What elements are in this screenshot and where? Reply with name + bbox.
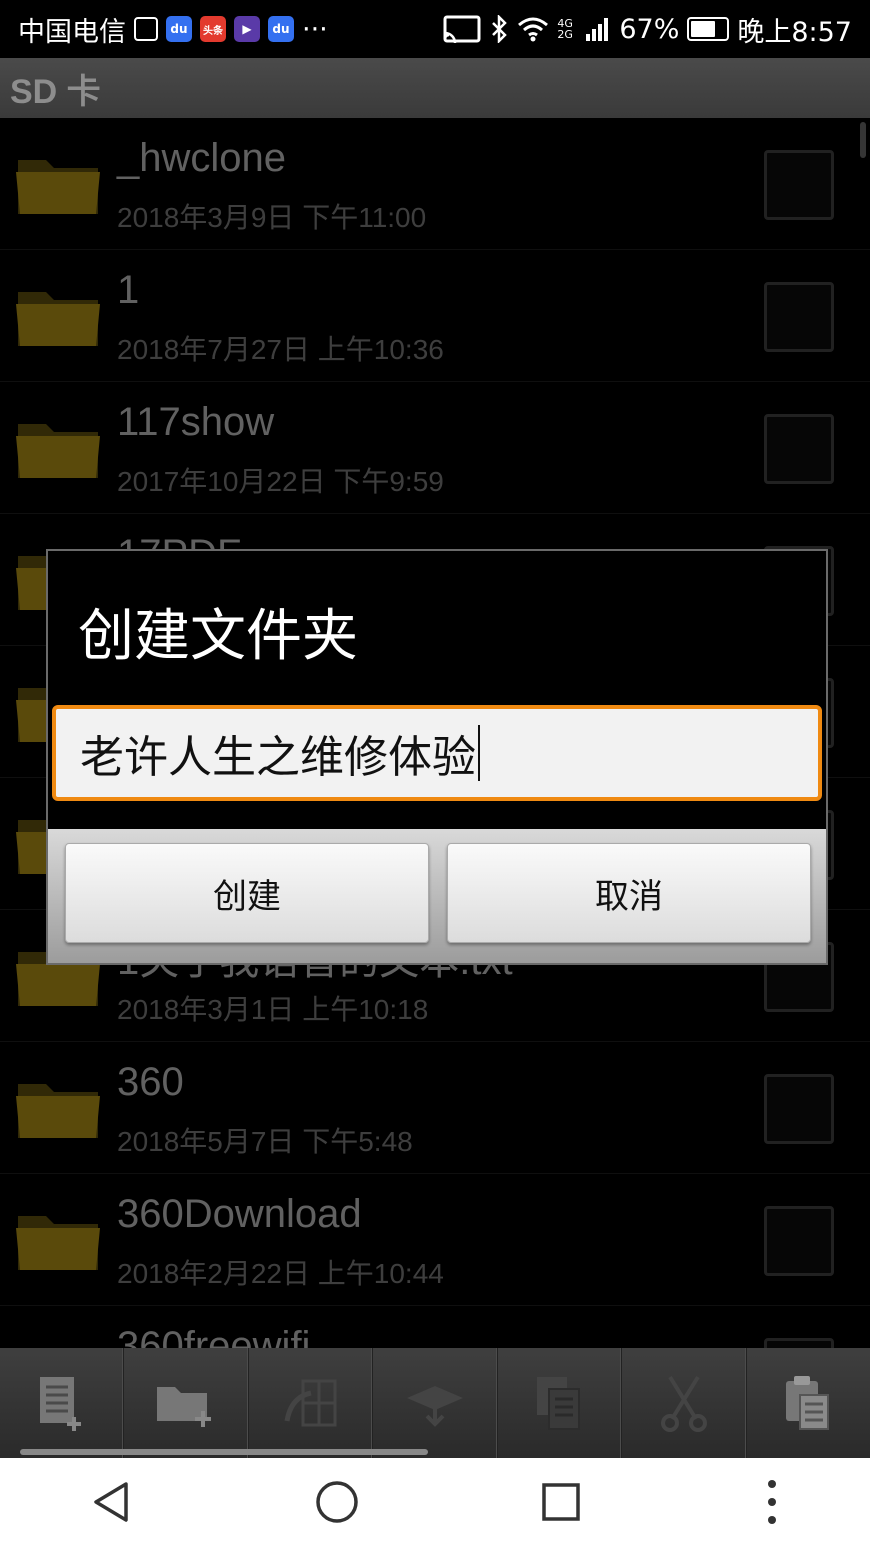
create-folder-dialog: 创建文件夹 老许人生之维修体验 创建 取消 bbox=[46, 549, 828, 965]
navigation-bar bbox=[0, 1458, 870, 1546]
battery-icon bbox=[687, 17, 730, 41]
toutiao-app-icon: 头条 bbox=[200, 16, 226, 42]
new-folder-button[interactable] bbox=[124, 1348, 249, 1458]
create-button[interactable]: 创建 bbox=[65, 843, 429, 943]
more-notifications-icon: ··· bbox=[302, 13, 328, 45]
dialog-title: 创建文件夹 bbox=[78, 604, 358, 669]
signal-icon bbox=[586, 18, 609, 41]
baidu-app-icon: du bbox=[166, 16, 192, 42]
folder-name-value: 老许人生之维修体验 bbox=[80, 732, 476, 783]
paste-button[interactable] bbox=[747, 1348, 870, 1458]
toolbar-scrollbar[interactable] bbox=[20, 1449, 428, 1455]
extract-button[interactable] bbox=[373, 1348, 498, 1458]
recents-icon[interactable] bbox=[537, 1478, 585, 1526]
bluetooth-icon bbox=[492, 15, 508, 43]
title-bar: SD 卡 bbox=[0, 58, 870, 118]
baidu-map-icon: du bbox=[268, 16, 294, 42]
dialog-actions: 创建 取消 bbox=[48, 829, 826, 963]
text-cursor bbox=[478, 725, 480, 781]
cast-icon bbox=[443, 15, 481, 43]
status-left: 中国电信 du 头条 ▶ du ··· bbox=[18, 10, 328, 49]
battery-percent: 67% bbox=[619, 13, 680, 45]
copy-icon bbox=[537, 1377, 581, 1430]
rename-icon bbox=[284, 1379, 337, 1427]
cancel-button[interactable]: 取消 bbox=[447, 843, 811, 943]
cut-icon bbox=[660, 1375, 707, 1432]
copy-button[interactable] bbox=[498, 1348, 623, 1458]
video-app-icon: ▶ bbox=[234, 16, 260, 42]
screenshot-icon bbox=[134, 17, 158, 41]
wifi-icon bbox=[518, 17, 549, 42]
network-type-label: 4G 2G bbox=[557, 17, 573, 41]
status-right: 4G 2G 67% 晚上8:57 bbox=[443, 10, 852, 49]
rename-button[interactable] bbox=[249, 1348, 374, 1458]
folder-name-input[interactable]: 老许人生之维修体验 bbox=[52, 705, 822, 801]
new-file-button[interactable] bbox=[0, 1348, 125, 1458]
overflow-menu-icon[interactable] bbox=[762, 1478, 782, 1526]
back-icon[interactable] bbox=[88, 1478, 136, 1526]
carrier-label: 中国电信 bbox=[18, 16, 126, 48]
bottom-toolbar bbox=[0, 1348, 870, 1458]
clock: 晚上8:57 bbox=[737, 16, 852, 48]
status-bar: 中国电信 du 头条 ▶ du ··· 4G 2G 67% 晚上8:57 bbox=[0, 0, 870, 58]
cut-button[interactable] bbox=[622, 1348, 747, 1458]
new-folder-icon bbox=[157, 1387, 212, 1427]
extract-icon bbox=[406, 1386, 463, 1427]
paste-icon bbox=[786, 1376, 830, 1430]
page-title: SD 卡 bbox=[10, 72, 101, 111]
new-file-icon bbox=[39, 1377, 81, 1431]
home-icon[interactable] bbox=[313, 1478, 361, 1526]
